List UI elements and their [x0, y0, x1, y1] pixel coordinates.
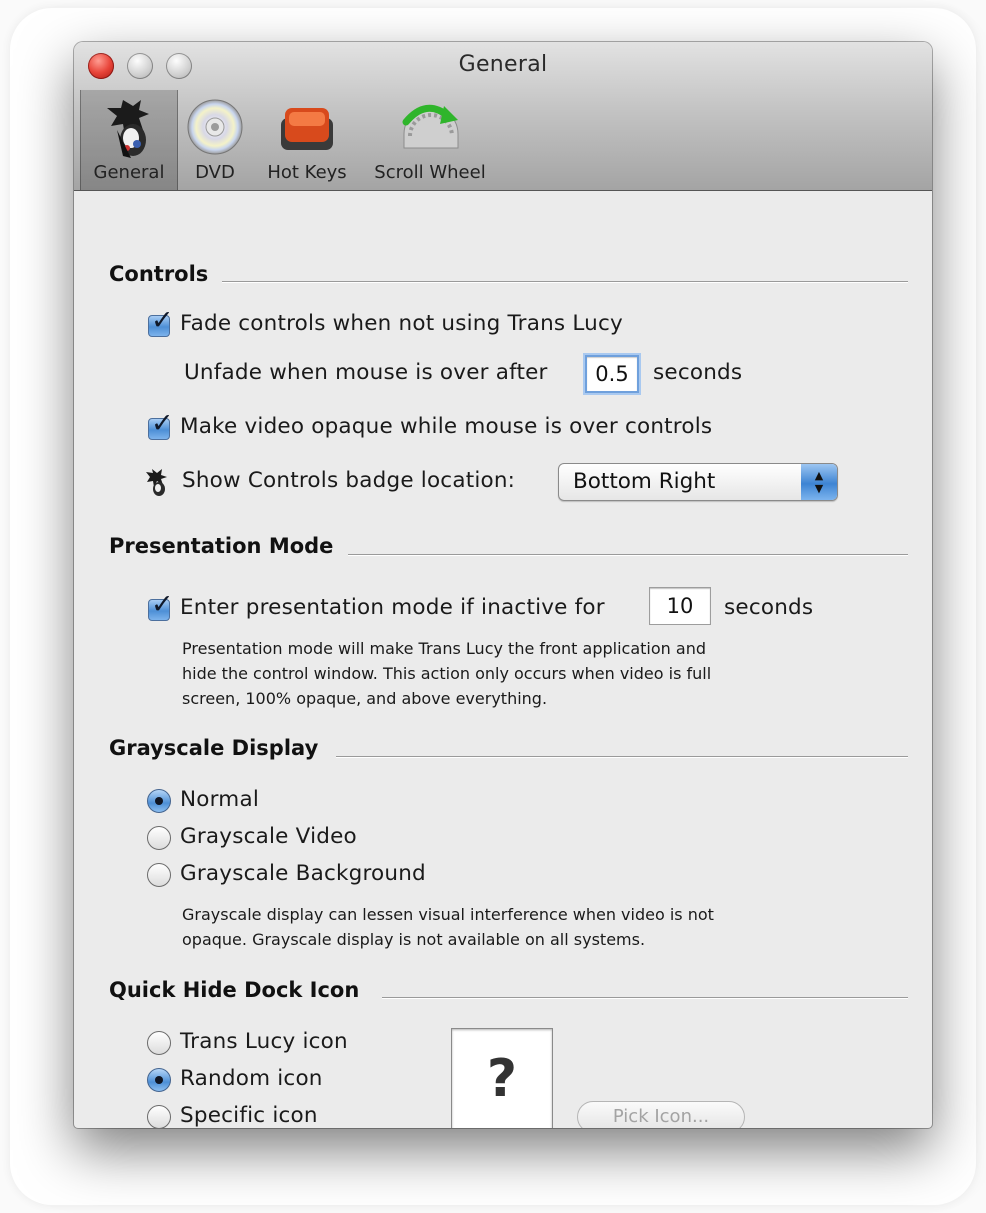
badge-icon — [146, 469, 167, 496]
grayscale-note-line: Grayscale display can lessen visual inte… — [182, 905, 714, 924]
badge-location-value: Bottom Right — [573, 469, 716, 494]
toolbar-label-dvd: DVD — [195, 162, 235, 183]
grayscale-background-label: Grayscale Background — [180, 861, 426, 886]
presentation-note-line: Presentation mode will make Trans Lucy t… — [182, 639, 706, 658]
hot-key-icon — [281, 108, 333, 150]
trans-lucy-icon — [107, 100, 149, 158]
toolbar-item-scroll-wheel[interactable]: Scroll Wheel — [366, 90, 494, 190]
toolbar-label-hot-keys: Hot Keys — [267, 162, 347, 183]
section-header-grayscale: Grayscale Display — [109, 736, 319, 760]
opaque-video-checkbox[interactable]: ✓ — [148, 410, 174, 440]
unfade-seconds-suffix: seconds — [653, 360, 743, 385]
opaque-video-label: Make video opaque while mouse is over co… — [180, 414, 713, 439]
pick-icon-button[interactable]: Pick Icon... — [577, 1101, 745, 1128]
trans-lucy-icon-label: Trans Lucy icon — [180, 1029, 348, 1054]
section-header-quick-hide: Quick Hide Dock Icon — [109, 978, 360, 1002]
grayscale-video-label: Grayscale Video — [180, 824, 357, 849]
toolbar-item-general[interactable]: General — [80, 90, 178, 190]
grayscale-note-line: opaque. Grayscale display is not availab… — [182, 930, 646, 949]
random-icon-radio[interactable] — [147, 1068, 171, 1092]
preferences-window: General General DVD Hot Keys Scroll Whee… — [74, 42, 932, 1128]
popup-arrows-icon: ▲ ▼ — [801, 464, 837, 500]
toolbar-label-scroll-wheel: Scroll Wheel — [374, 162, 486, 183]
grayscale-video-radio[interactable] — [147, 826, 171, 850]
presentation-mode-checkbox[interactable]: ✓ — [148, 591, 174, 621]
titlebar: General General DVD Hot Keys Scroll Whee… — [74, 42, 932, 191]
section-divider — [382, 997, 908, 999]
grayscale-normal-label: Normal — [180, 787, 259, 812]
specific-icon-label: Specific icon — [180, 1103, 318, 1128]
window-title: General — [458, 52, 548, 77]
section-header-presentation: Presentation Mode — [109, 534, 334, 558]
fade-controls-checkbox[interactable]: ✓ — [148, 307, 174, 337]
toolbar-item-hot-keys[interactable]: Hot Keys — [260, 90, 354, 190]
presentation-seconds-field[interactable]: 10 — [649, 587, 711, 625]
section-divider — [222, 281, 908, 283]
checkmark-icon: ✓ — [151, 589, 174, 620]
preferences-content: Controls ✓ Fade controls when not using … — [74, 191, 932, 1128]
grayscale-note: Grayscale display can lessen visual inte… — [182, 902, 822, 952]
presentation-note-line: hide the control window. This action onl… — [182, 664, 712, 683]
toolbar-item-dvd[interactable]: DVD — [180, 90, 250, 190]
badge-location-label: Show Controls badge location: — [182, 468, 516, 493]
presentation-seconds-suffix: seconds — [724, 595, 814, 620]
checkmark-icon: ✓ — [151, 408, 174, 439]
unfade-seconds-field[interactable]: 0.5 — [585, 355, 639, 393]
checkmark-icon: ✓ — [151, 305, 174, 336]
presentation-note: Presentation mode will make Trans Lucy t… — [182, 636, 822, 711]
unfade-label: Unfade when mouse is over after — [184, 360, 548, 385]
toolbar-label-general: General — [93, 162, 165, 183]
presentation-note-line: screen, 100% opaque, and above everythin… — [182, 689, 548, 708]
section-divider — [348, 554, 908, 556]
dock-icon-preview: ? — [451, 1028, 553, 1128]
specific-icon-radio[interactable] — [147, 1105, 171, 1128]
section-header-controls: Controls — [109, 262, 209, 286]
random-icon-label: Random icon — [180, 1066, 323, 1091]
badge-location-popup[interactable]: Bottom Right ▲ ▼ — [558, 463, 838, 501]
grayscale-normal-radio[interactable] — [147, 789, 171, 813]
fade-controls-label: Fade controls when not using Trans Lucy — [180, 311, 623, 336]
scroll-wheel-icon — [402, 104, 459, 149]
presentation-mode-label: Enter presentation mode if inactive for — [180, 595, 605, 620]
section-divider — [336, 756, 908, 758]
dvd-disc-icon — [187, 99, 243, 155]
trans-lucy-icon-radio[interactable] — [147, 1031, 171, 1055]
grayscale-background-radio[interactable] — [147, 863, 171, 887]
